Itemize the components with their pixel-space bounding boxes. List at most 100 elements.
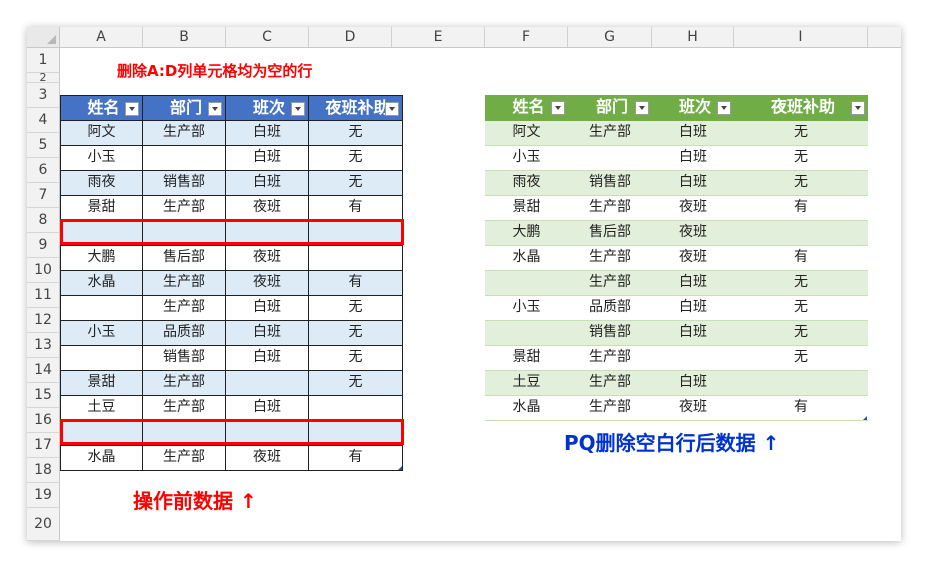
left-cell[interactable]: 夜班 bbox=[226, 246, 309, 271]
left-cell[interactable]: 生产部 bbox=[143, 396, 226, 421]
left-cell[interactable]: 雨夜 bbox=[60, 171, 143, 196]
left-cell[interactable]: 无 bbox=[309, 171, 403, 196]
right-cell[interactable] bbox=[734, 221, 868, 246]
right-cell[interactable]: 夜班 bbox=[652, 396, 734, 421]
left-cell[interactable]: 白班 bbox=[226, 171, 309, 196]
left-cell[interactable]: 销售部 bbox=[143, 171, 226, 196]
right-cell[interactable]: 白班 bbox=[652, 321, 734, 346]
right-cell[interactable] bbox=[485, 321, 568, 346]
right-cell[interactable]: 无 bbox=[734, 321, 868, 346]
row-header-18[interactable]: 18 bbox=[27, 458, 60, 483]
right-cell[interactable]: 生产部 bbox=[568, 121, 652, 146]
row-header-4[interactable]: 4 bbox=[27, 108, 60, 133]
right-cell[interactable]: 夜班 bbox=[652, 246, 734, 271]
left-cell[interactable]: 白班 bbox=[226, 296, 309, 321]
left-cell[interactable]: 无 bbox=[309, 321, 403, 346]
right-cell[interactable]: 水晶 bbox=[485, 246, 568, 271]
right-cell[interactable]: 白班 bbox=[652, 171, 734, 196]
left-cell[interactable]: 水晶 bbox=[60, 446, 143, 471]
right-cell[interactable]: 有 bbox=[734, 246, 868, 271]
column-header-b[interactable]: B bbox=[143, 27, 226, 48]
right-cell[interactable]: 阿文 bbox=[485, 121, 568, 146]
right-cell[interactable]: 水晶 bbox=[485, 396, 568, 421]
right-cell[interactable] bbox=[652, 346, 734, 371]
right-cell[interactable]: 土豆 bbox=[485, 371, 568, 396]
select-all-corner[interactable] bbox=[27, 27, 60, 48]
filter-dropdown-icon[interactable] bbox=[551, 101, 565, 115]
left-header-0[interactable]: 姓名 bbox=[60, 95, 143, 121]
right-header-0[interactable]: 姓名 bbox=[485, 95, 568, 121]
left-cell[interactable]: 大鹏 bbox=[60, 246, 143, 271]
filter-dropdown-icon[interactable] bbox=[851, 101, 865, 115]
right-cell[interactable]: 景甜 bbox=[485, 346, 568, 371]
spreadsheet-grid[interactable]: A B C D E F G H I 1 2 3 4 5 6 7 8 9 10 11 12 13 14 15 16 17 18 19 20… bbox=[27, 27, 901, 541]
right-cell[interactable] bbox=[734, 371, 868, 396]
right-cell[interactable]: 售后部 bbox=[568, 221, 652, 246]
right-cell[interactable]: 白班 bbox=[652, 296, 734, 321]
right-cell[interactable]: 无 bbox=[734, 171, 868, 196]
left-cell[interactable]: 夜班 bbox=[226, 446, 309, 471]
row-header-7[interactable]: 7 bbox=[27, 183, 60, 208]
filter-dropdown-icon[interactable] bbox=[125, 102, 139, 116]
filter-dropdown-icon[interactable] bbox=[717, 101, 731, 115]
filter-dropdown-icon[interactable] bbox=[385, 102, 399, 116]
left-cell[interactable] bbox=[60, 346, 143, 371]
left-cell[interactable]: 夜班 bbox=[226, 271, 309, 296]
right-header-3[interactable]: 夜班补助 bbox=[734, 95, 868, 121]
row-header-20[interactable]: 20 bbox=[27, 508, 60, 541]
right-cell[interactable]: 大鹏 bbox=[485, 221, 568, 246]
right-cell[interactable] bbox=[568, 146, 652, 171]
right-cell[interactable]: 无 bbox=[734, 271, 868, 296]
left-cell[interactable]: 有 bbox=[309, 271, 403, 296]
right-cell[interactable]: 品质部 bbox=[568, 296, 652, 321]
left-cell[interactable] bbox=[143, 146, 226, 171]
filter-dropdown-icon[interactable] bbox=[291, 102, 305, 116]
column-header-i[interactable]: I bbox=[734, 27, 868, 48]
row-header-17[interactable]: 17 bbox=[27, 433, 60, 458]
table-resize-handle[interactable] bbox=[398, 466, 402, 470]
left-cell[interactable]: 售后部 bbox=[143, 246, 226, 271]
row-header-2[interactable]: 2 bbox=[27, 73, 60, 83]
right-cell[interactable]: 生产部 bbox=[568, 371, 652, 396]
left-cell[interactable]: 白班 bbox=[226, 121, 309, 146]
right-cell[interactable]: 生产部 bbox=[568, 246, 652, 271]
row-header-10[interactable]: 10 bbox=[27, 258, 60, 283]
right-cell[interactable]: 白班 bbox=[652, 371, 734, 396]
left-cell[interactable]: 白班 bbox=[226, 396, 309, 421]
left-cell[interactable]: 有 bbox=[309, 196, 403, 221]
left-cell[interactable]: 生产部 bbox=[143, 371, 226, 396]
right-cell[interactable]: 生产部 bbox=[568, 396, 652, 421]
right-cell[interactable]: 白班 bbox=[652, 146, 734, 171]
left-cell[interactable]: 生产部 bbox=[143, 121, 226, 146]
right-cell[interactable]: 无 bbox=[734, 121, 868, 146]
right-header-1[interactable]: 部门 bbox=[568, 95, 652, 121]
left-cell[interactable]: 小玉 bbox=[60, 321, 143, 346]
left-cell[interactable]: 生产部 bbox=[143, 196, 226, 221]
left-cell[interactable]: 生产部 bbox=[143, 296, 226, 321]
left-cell[interactable] bbox=[226, 371, 309, 396]
left-cell[interactable] bbox=[309, 246, 403, 271]
left-cell[interactable] bbox=[309, 396, 403, 421]
row-header-1[interactable]: 1 bbox=[27, 48, 60, 73]
table-resize-handle[interactable] bbox=[863, 416, 867, 420]
left-cell[interactable]: 无 bbox=[309, 296, 403, 321]
right-cell[interactable]: 夜班 bbox=[652, 221, 734, 246]
row-header-19[interactable]: 19 bbox=[27, 483, 60, 508]
column-header-d[interactable]: D bbox=[309, 27, 392, 48]
left-cell[interactable]: 品质部 bbox=[143, 321, 226, 346]
right-cell[interactable]: 生产部 bbox=[568, 196, 652, 221]
left-cell[interactable]: 阿文 bbox=[60, 121, 143, 146]
row-header-11[interactable]: 11 bbox=[27, 283, 60, 308]
left-cell[interactable]: 销售部 bbox=[143, 346, 226, 371]
right-cell[interactable] bbox=[485, 271, 568, 296]
right-cell[interactable]: 白班 bbox=[652, 121, 734, 146]
right-header-2[interactable]: 班次 bbox=[652, 95, 734, 121]
left-cell[interactable]: 无 bbox=[309, 146, 403, 171]
left-cell[interactable]: 有 bbox=[309, 446, 403, 471]
right-cell[interactable]: 无 bbox=[734, 346, 868, 371]
filter-dropdown-icon[interactable] bbox=[635, 101, 649, 115]
row-header-14[interactable]: 14 bbox=[27, 358, 60, 383]
right-cell[interactable]: 白班 bbox=[652, 271, 734, 296]
right-cell[interactable]: 无 bbox=[734, 146, 868, 171]
column-header-g[interactable]: G bbox=[568, 27, 652, 48]
